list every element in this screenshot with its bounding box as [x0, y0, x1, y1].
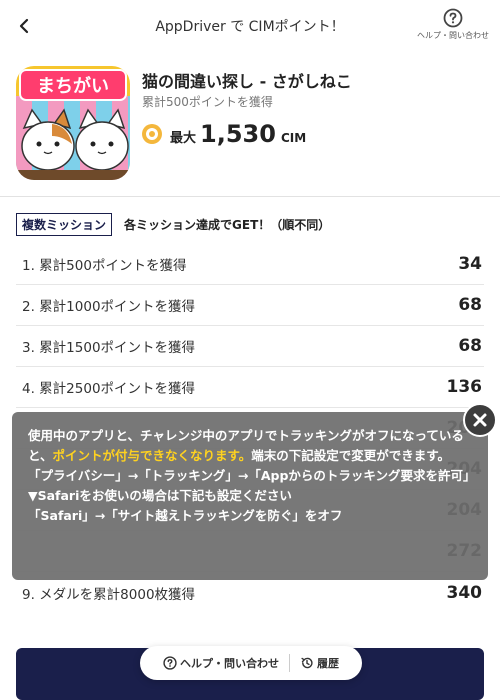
back-button[interactable]: [10, 12, 38, 40]
reward-unit: CIM: [280, 131, 307, 145]
mission-row: 2. 累計1000ポイントを獲得 68: [16, 285, 484, 326]
floating-menu: ヘルプ・問い合わせ 履歴: [140, 646, 362, 680]
app-name: 猫の間違い探し - さがしねこ: [142, 72, 352, 91]
coin-icon: [142, 124, 162, 144]
history-link[interactable]: 履歴: [290, 655, 349, 671]
mission-note: 各ミッション達成でGET！（順不同）: [124, 218, 331, 232]
mission-points: 136: [446, 377, 483, 397]
app-icon-text: まちがい: [37, 75, 109, 97]
help-label: ヘルプ・問い合わせ: [417, 31, 489, 40]
mission-row: 3. 累計1500ポイントを獲得 68: [16, 326, 484, 367]
help-button[interactable]: ヘルプ・問い合わせ: [414, 8, 492, 41]
header-bar: AppDriver で CIMポイント！ ヘルプ・問い合わせ: [0, 0, 500, 52]
mission-label: 9. メダルを累計8000枚獲得: [22, 586, 196, 603]
mission-label: 1. 累計500ポイントを獲得: [22, 258, 187, 274]
mission-points: 68: [458, 336, 482, 356]
app-subtitle: 累計500ポイントを獲得: [142, 95, 273, 109]
notice-safari-path: 「Safari」→「サイト越えトラッキングを防ぐ」をオフ: [28, 508, 343, 523]
history-link-label: 履歴: [317, 657, 339, 670]
multi-mission-badge: 複数ミッション: [16, 213, 113, 236]
mission-header: 複数ミッション 各ミッション達成でGET！（順不同）: [16, 213, 330, 236]
reward-summary: 最大 1,530 CIM: [142, 120, 306, 148]
reward-amount: 1,530: [200, 120, 276, 148]
mission-points: 68: [458, 295, 482, 315]
help-link[interactable]: ヘルプ・問い合わせ: [153, 655, 289, 671]
history-icon: [301, 657, 313, 669]
mission-row: 1. 累計500ポイントを獲得 34: [16, 244, 484, 285]
mission-row: 4. 累計2500ポイントを獲得 136: [16, 367, 484, 408]
mission-points: 34: [458, 254, 482, 274]
notice-paragraph: 使用中のアプリと、チャレンジ中のアプリでトラッキングがオフになっていると、ポイン…: [28, 426, 472, 466]
close-icon: [473, 413, 487, 427]
close-notice-button[interactable]: [463, 403, 497, 437]
tracking-notice: 使用中のアプリと、チャレンジ中のアプリでトラッキングがオフになっていると、ポイン…: [12, 412, 488, 580]
app-info: まちがい 猫の間違い探し - さがしねこ 累計500ポイントを獲得 最大 1,5…: [16, 66, 486, 182]
notice-safari-heading: ▼Safariをお使いの場合は下記も設定ください: [28, 488, 292, 503]
notice-text-1b: 端末の下記設定で変更ができます。: [251, 448, 451, 463]
mission-points: 340: [446, 582, 483, 603]
chevron-left-icon: [19, 18, 29, 34]
help-link-label: ヘルプ・問い合わせ: [180, 657, 279, 670]
mission-label: 3. 累計1500ポイントを獲得: [22, 340, 196, 356]
notice-privacy-path: 「プライバシー」→「トラッキング」→「Appからのトラッキング要求を許可」: [28, 468, 476, 483]
app-icon: まちがい: [16, 66, 130, 180]
reward-prefix: 最大: [170, 131, 197, 146]
question-circle-icon: [443, 8, 463, 28]
mission-label: 4. 累計2500ポイントを獲得: [22, 381, 196, 397]
question-circle-icon: [163, 656, 177, 670]
notice-highlight: ポイントが付与できなくなります。: [52, 448, 252, 463]
page-title: AppDriver で CIMポイント！: [155, 19, 345, 35]
divider: [0, 196, 500, 197]
mission-label: 2. 累計1000ポイントを獲得: [22, 299, 196, 315]
